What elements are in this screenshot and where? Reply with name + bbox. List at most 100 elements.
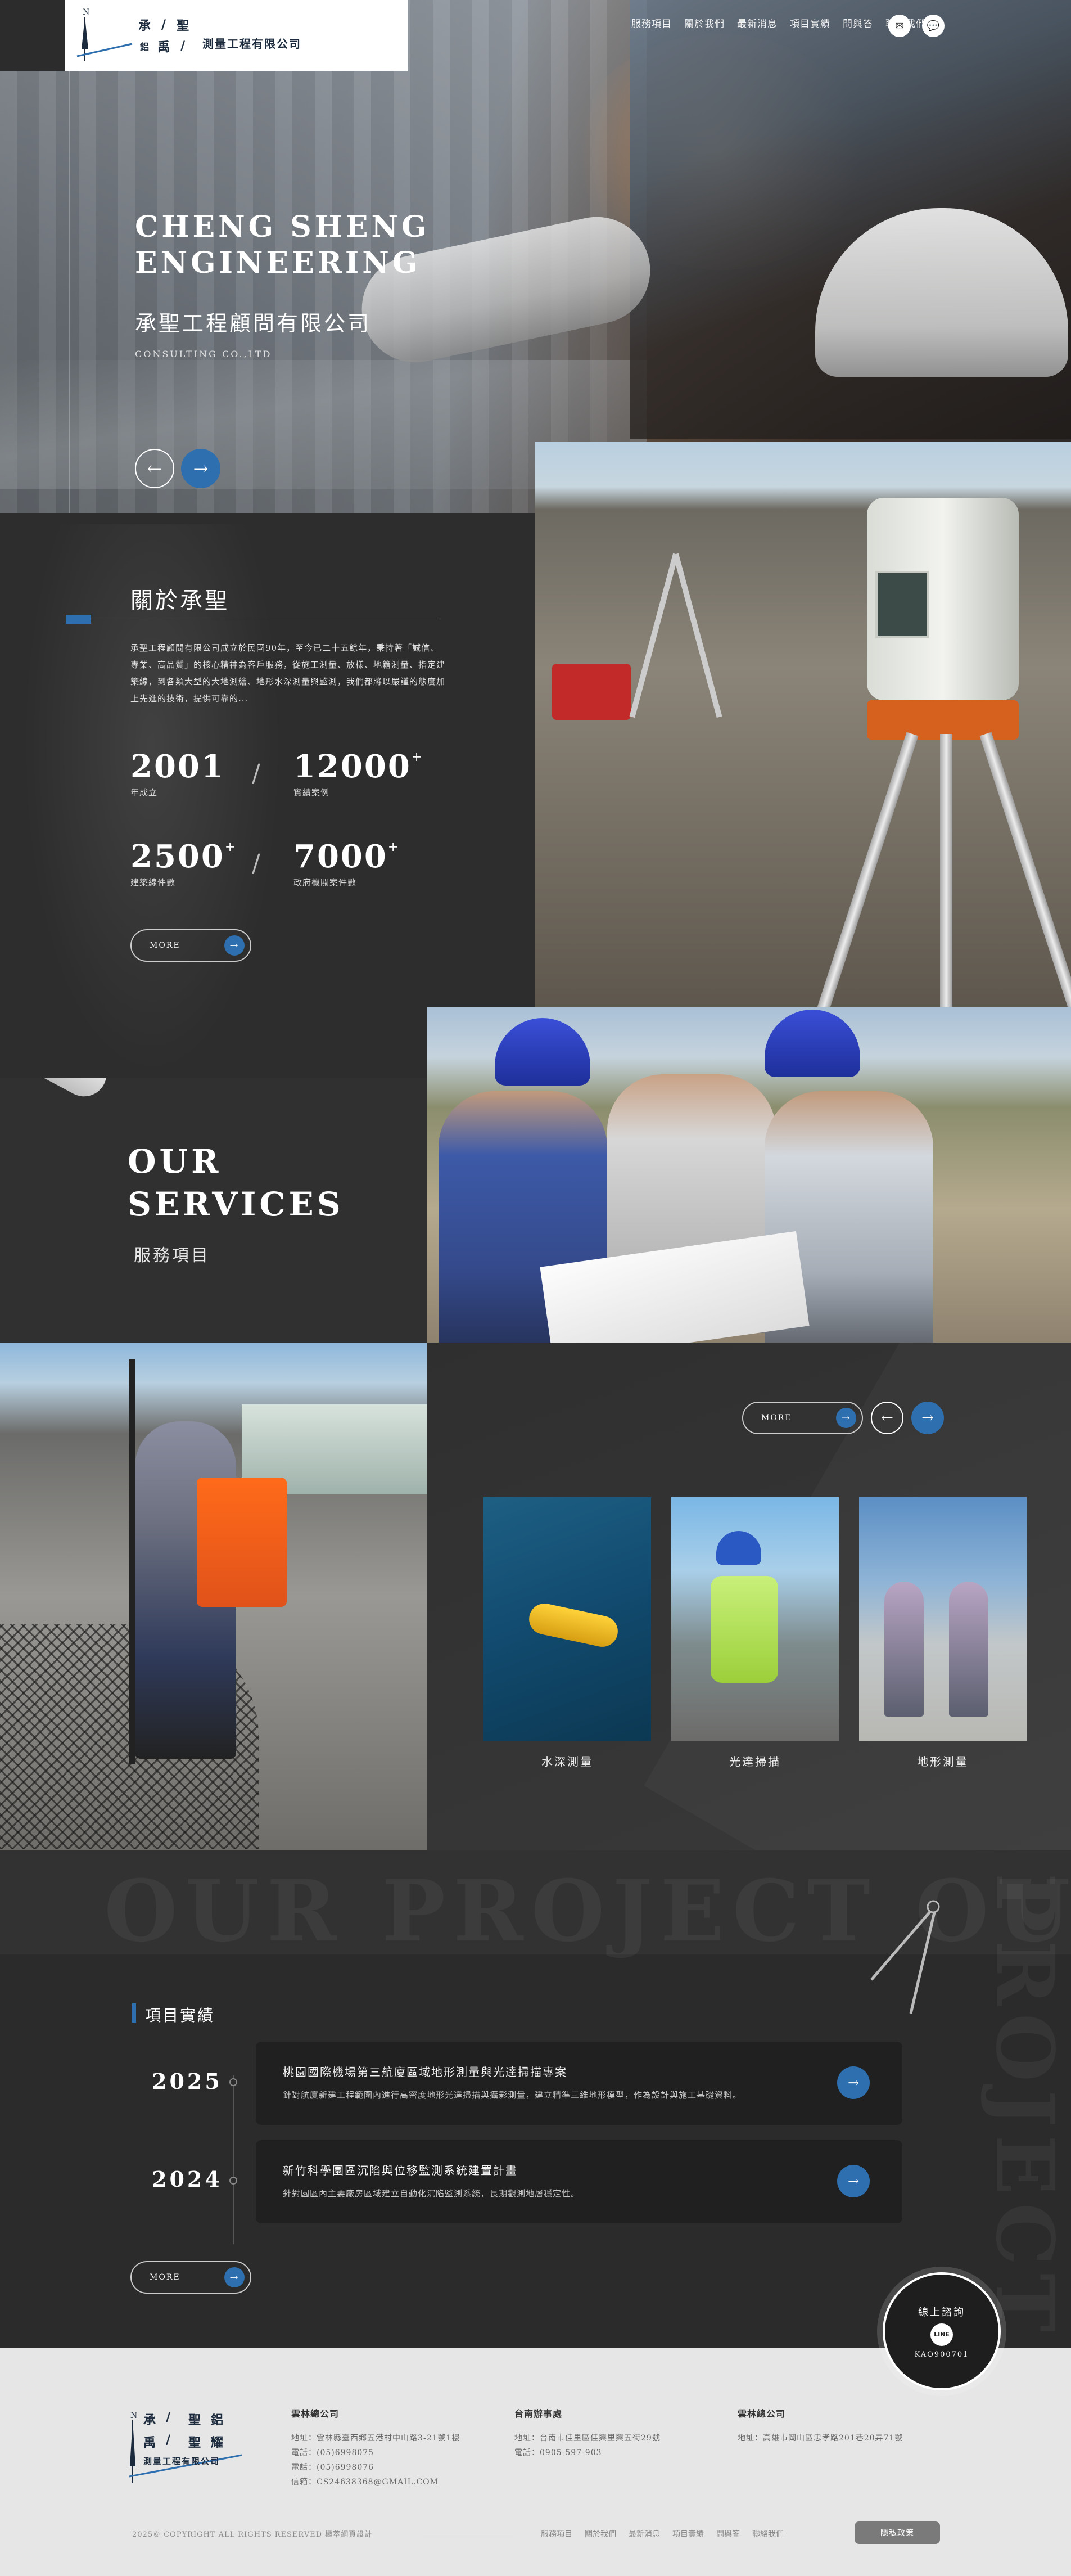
total-station-photo bbox=[535, 442, 1071, 1007]
tripod-leg bbox=[979, 732, 1071, 1007]
nav-item-services[interactable]: 服務項目 bbox=[631, 16, 672, 30]
footer-phone[interactable]: 電話：(05)6998076 bbox=[291, 2460, 460, 2475]
hero-next-button[interactable]: → bbox=[181, 449, 220, 488]
footer-column-title: 雲林總公司 bbox=[738, 2408, 786, 2419]
project-title-accent bbox=[132, 2003, 136, 2023]
services-title-line2: SERVICES bbox=[128, 1185, 344, 1223]
hero-guide-line bbox=[69, 0, 70, 513]
service-card-lidar[interactable]: 光達掃描 bbox=[671, 1497, 839, 1769]
more-label: MORE bbox=[761, 1413, 792, 1422]
tripod-leg bbox=[940, 734, 952, 1007]
arrow-right-icon[interactable]: → bbox=[837, 2066, 870, 2099]
footer-column-title: 台南辦事處 bbox=[514, 2408, 563, 2419]
footer-phone[interactable]: 電話：(05)6998075 bbox=[291, 2446, 460, 2460]
drafting-compass-icon bbox=[870, 1900, 940, 2014]
project-item-title: 新竹科學園區沉陷與位移監測系統建置計畫 bbox=[283, 2164, 518, 2177]
stat-number: 2001 bbox=[130, 748, 225, 785]
hard-hat bbox=[495, 1018, 590, 1086]
about-more-button[interactable]: MORE → bbox=[130, 929, 251, 962]
main-nav: 服務項目 關於我們 最新消息 項目實績 問與答 聯絡我們 bbox=[631, 16, 926, 30]
project-item-title: 桃園國際機場第三航廈區域地形測量與光達掃描專案 bbox=[283, 2065, 567, 2079]
footer-phone[interactable]: 電話：0905-597-903 bbox=[514, 2446, 661, 2460]
safety-vest bbox=[197, 1478, 287, 1607]
about-paragraph: 承聖工程顧問有限公司成立於民國90年，至今已二十五餘年，秉持著「誠信、專業、高品… bbox=[130, 643, 446, 704]
lidar-image bbox=[671, 1497, 839, 1741]
nav-item-about[interactable]: 關於我們 bbox=[684, 16, 725, 30]
surveyor-figure bbox=[949, 1582, 988, 1717]
stat-founded: 2001 年成立 bbox=[130, 748, 225, 798]
privacy-policy-button[interactable]: 隱私政策 bbox=[855, 2521, 940, 2544]
surveyor-figure bbox=[884, 1582, 924, 1717]
logo-char: / bbox=[161, 17, 166, 32]
stat-plus: + bbox=[224, 840, 236, 854]
logo-char: 承 bbox=[138, 19, 151, 33]
copyright: 2025© COPYRIGHT ALL RIGHTS RESERVED 極萃網頁… bbox=[132, 2530, 373, 2539]
footer-email[interactable]: 信箱：CS24638368@GMAIL.COM bbox=[291, 2475, 460, 2489]
hero-title-line1: CHENG SHENG bbox=[135, 210, 430, 244]
line-consult-badge[interactable]: 線上諮詢 LINE KAO900701 bbox=[883, 2272, 1001, 2390]
line-icon: LINE bbox=[930, 2323, 953, 2346]
arrow-right-icon[interactable]: → bbox=[837, 2165, 870, 2197]
logo-characters: 承 / 聖 鋁 禹 / bbox=[135, 14, 192, 57]
project-item[interactable]: 桃園國際機場第三航廈區域地形測量與光達掃描專案 針對航廈新建工程範圍內進行高密度… bbox=[256, 2042, 902, 2125]
nav-item-news[interactable]: 最新消息 bbox=[737, 16, 778, 30]
footer-nav-news[interactable]: 最新消息 bbox=[629, 2528, 660, 2539]
footer-nav-about[interactable]: 關於我們 bbox=[585, 2528, 616, 2539]
service-card-label: 地形測量 bbox=[917, 1755, 969, 1768]
footer-column-tainan: 台南辦事處 地址：台南市佳里區佳興里興五街29號 電話：0905-597-903 bbox=[514, 2406, 661, 2460]
nav-item-faq[interactable]: 問與答 bbox=[843, 16, 873, 30]
logo-company-type: 測量工程有限公司 bbox=[202, 37, 301, 51]
stat-divider: / bbox=[252, 849, 260, 878]
footer-nav-projects[interactable]: 項目實績 bbox=[672, 2528, 704, 2539]
service-card-label: 水深測量 bbox=[541, 1755, 593, 1768]
stat-number: 2500 bbox=[130, 838, 225, 875]
tripod-leg bbox=[816, 732, 919, 1007]
service-card-bathymetry[interactable]: 水深測量 bbox=[483, 1497, 651, 1769]
services-more-button[interactable]: MORE → bbox=[742, 1402, 863, 1434]
footer-logo[interactable]: N bbox=[129, 2410, 259, 2486]
more-label: MORE bbox=[150, 941, 180, 950]
stat-divider: / bbox=[252, 759, 260, 788]
hero-company-name: 承聖工程顧問有限公司 bbox=[135, 311, 372, 336]
nav-item-projects[interactable]: 項目實績 bbox=[790, 16, 830, 30]
services-subtitle: 服務項目 bbox=[134, 1246, 210, 1266]
bathymetry-image bbox=[483, 1497, 651, 1741]
services-slider: MORE → ← → 水深測量 光達掃描 地形測量 bbox=[427, 1343, 1071, 1850]
hero-prev-button[interactable]: ← bbox=[135, 449, 174, 488]
header-left-bar bbox=[0, 0, 65, 71]
footer-address: 地址：雲林縣臺西鄉五港村中山路3-21號1樓 bbox=[291, 2434, 460, 2443]
line-icon[interactable]: 💬 bbox=[922, 15, 945, 37]
stat-label: 年成立 bbox=[130, 787, 158, 798]
survey-boat bbox=[526, 1600, 621, 1650]
services-intro: OUR SERVICES 服務項目 bbox=[0, 1078, 427, 1343]
logo-char: 聖 bbox=[176, 19, 189, 33]
service-card-topographic[interactable]: 地形測量 bbox=[859, 1497, 1027, 1769]
services-next-button[interactable]: → bbox=[911, 1402, 944, 1434]
services-prev-button[interactable]: ← bbox=[871, 1402, 903, 1434]
service-cards: 水深測量 光達掃描 地形測量 bbox=[483, 1497, 1027, 1769]
gnss-survey-photo bbox=[0, 1343, 427, 1850]
stat-building-lines: 2500+ 建築線件數 bbox=[130, 838, 235, 888]
logo-char: 禹 bbox=[157, 40, 170, 55]
nav-icon-group: ✉ 💬 bbox=[888, 15, 945, 37]
footer-nav: 服務項目 關於我們 最新消息 項目實績 問與答 聯絡我們 bbox=[541, 2528, 784, 2539]
mail-icon[interactable]: ✉ bbox=[888, 15, 911, 37]
services-title-line1: OUR bbox=[128, 1142, 222, 1181]
hard-hat bbox=[716, 1531, 761, 1565]
gnss-pole bbox=[129, 1359, 135, 1764]
topographic-image bbox=[859, 1497, 1027, 1741]
stat-number: 12000 bbox=[293, 748, 412, 785]
services-controls: MORE → ← → bbox=[742, 1402, 944, 1434]
site-logo[interactable]: N 承 / 聖 鋁 禹 / 測量工程有限公司 bbox=[65, 0, 408, 71]
footer-nav-services[interactable]: 服務項目 bbox=[541, 2528, 572, 2539]
arrow-right-icon: → bbox=[224, 2267, 245, 2287]
footer-nav-contact[interactable]: 聯絡我們 bbox=[752, 2528, 784, 2539]
more-label: MORE bbox=[150, 2273, 180, 2282]
project-more-button[interactable]: MORE → bbox=[130, 2261, 251, 2294]
safety-vest bbox=[711, 1576, 778, 1683]
about-section: 關於承聖 承聖工程顧問有限公司成立於民國90年，至今已二十五餘年，秉持著「誠信、… bbox=[0, 513, 535, 1078]
stat-label: 政府機關案件數 bbox=[293, 877, 357, 888]
footer-nav-faq[interactable]: 問與答 bbox=[716, 2528, 740, 2539]
project-item-desc: 針對園區內主要廠房區域建立自動化沉陷監測系統，長期觀測地層穩定性。 bbox=[283, 2188, 580, 2199]
project-item[interactable]: 新竹科學園區沉陷與位移監測系統建置計畫 針對園區內主要廠房區域建立自動化沉陷監測… bbox=[256, 2140, 902, 2223]
